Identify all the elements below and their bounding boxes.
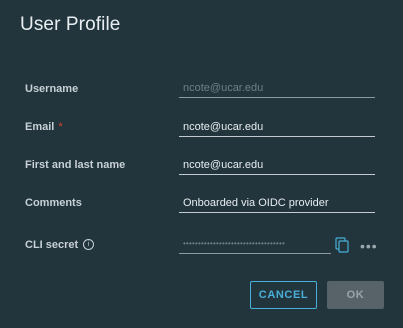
cli-secret-label: CLI secret i [25, 238, 95, 251]
email-label-text: Email [25, 121, 55, 133]
comments-row: Comments Onboarded via OIDC provider [0, 195, 403, 225]
username-field: ncote@ucar.edu [179, 80, 375, 98]
dialog-title: User Profile [20, 14, 121, 35]
name-field[interactable]: ncote@ucar.edu [179, 157, 375, 175]
name-row: First and last name ncote@ucar.edu [0, 157, 403, 187]
ok-button[interactable]: OK [327, 281, 384, 309]
username-row: Username ncote@ucar.edu [0, 80, 403, 110]
user-profile-dialog: User Profile Username ncote@ucar.edu Ema… [0, 0, 403, 328]
name-label: First and last name [25, 159, 126, 171]
email-label: Email * [25, 121, 63, 133]
comments-field[interactable]: Onboarded via OIDC provider [179, 195, 375, 213]
email-row: Email * ncote@ucar.edu [0, 119, 403, 149]
email-field[interactable]: ncote@ucar.edu [179, 119, 375, 137]
required-marker: * [58, 121, 63, 133]
cancel-button[interactable]: CANCEL [250, 281, 317, 309]
comments-label: Comments [25, 197, 82, 209]
info-icon[interactable]: i [83, 238, 95, 250]
cli-secret-row: CLI secret i ••••••••••••••••••••••••••••… [0, 236, 403, 266]
cli-secret-label-text: CLI secret [25, 239, 79, 251]
copy-icon[interactable] [335, 237, 349, 253]
username-label: Username [25, 83, 79, 95]
more-horizontal-icon[interactable]: ••• [360, 239, 377, 253]
cli-secret-field[interactable]: •••••••••••••••••••••••••••••••••• [179, 236, 331, 254]
